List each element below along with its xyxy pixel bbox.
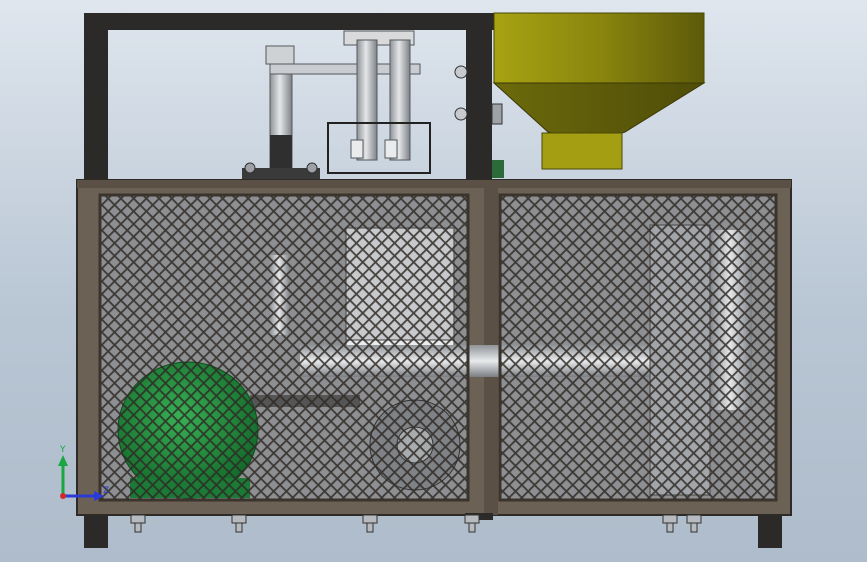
hopper[interactable] [454,12,706,178]
mesh-panel-left [100,195,468,500]
mesh-panel-right [500,195,776,500]
main-cabinet[interactable] [76,179,792,516]
triad-z-label: Z [103,486,109,496]
graphics-viewport[interactable]: Y Z [0,0,867,562]
cylinder-assembly[interactable] [242,30,431,180]
cad-model-view[interactable]: Y Z [0,0,867,562]
legs-and-feet[interactable] [84,513,782,548]
triad-y-label: Y [59,445,66,455]
